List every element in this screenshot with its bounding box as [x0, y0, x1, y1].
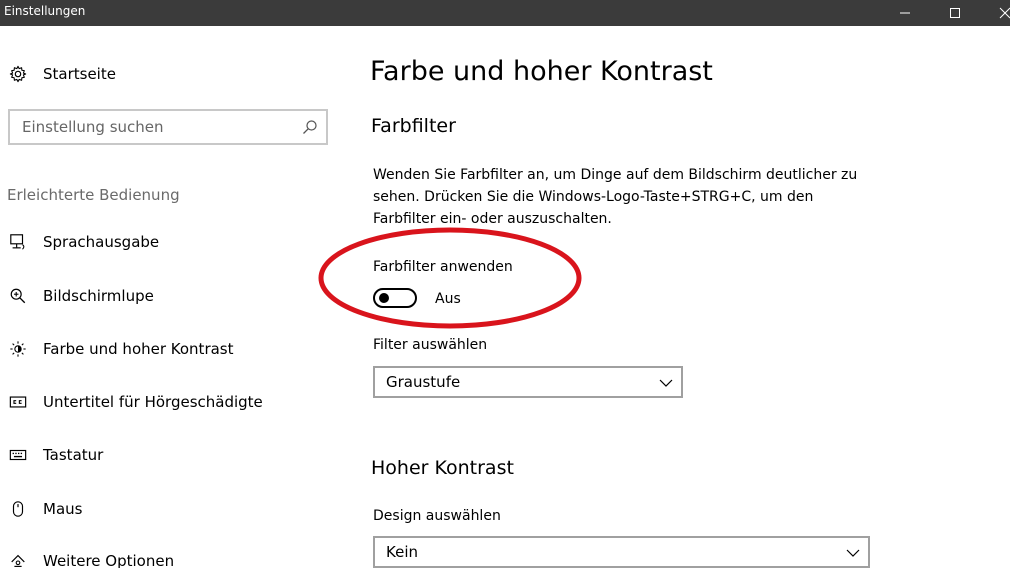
search-input[interactable] [10, 111, 302, 143]
search-icon [303, 120, 317, 134]
color-filter-description: Wenden Sie Farbfilter an, um Dinge auf d… [373, 167, 858, 227]
design-select-label: Design auswählen [373, 508, 501, 524]
keyboard-icon [8, 445, 28, 465]
sidebar-item-label: Farbe und hoher Kontrast [43, 340, 234, 358]
sidebar-item-mouse[interactable]: Maus [8, 494, 328, 524]
main-content: Farbe und hoher Kontrast Farbfilter Wend… [370, 26, 1010, 568]
sidebar-item-keyboard[interactable]: Tastatur [8, 440, 328, 470]
sidebar: Startseite Erleichterte Bedienung Sprach… [0, 26, 340, 568]
sidebar-item-label: Sprachausgabe [43, 233, 160, 251]
window-title: Einstellungen [4, 4, 86, 18]
filter-select-value: Graustufe [386, 373, 461, 391]
close-button[interactable] [982, 0, 1010, 26]
high-contrast-heading: Hoher Kontrast [371, 457, 514, 479]
sidebar-item-label: Bildschirmlupe [43, 287, 154, 305]
maximize-button[interactable] [932, 0, 978, 26]
page-title: Farbe und hoher Kontrast [370, 56, 713, 87]
color-filter-heading: Farbfilter [371, 115, 456, 137]
sidebar-item-closed-captions[interactable]: Untertitel für Hörgeschädigte [8, 387, 328, 417]
toggle-knob [379, 293, 389, 303]
sidebar-item-label: Weitere Optionen [43, 552, 175, 568]
design-select[interactable]: Kein [373, 536, 870, 568]
minimize-button[interactable] [882, 0, 928, 26]
brightness-icon [8, 339, 28, 359]
minimize-icon [900, 12, 910, 14]
sidebar-item-label: Tastatur [43, 446, 104, 464]
more-options-icon [8, 551, 28, 568]
sidebar-item-label: Startseite [43, 65, 116, 83]
closed-caption-icon [8, 392, 28, 412]
sidebar-item-home[interactable]: Startseite [8, 59, 328, 89]
design-select-value: Kein [386, 543, 418, 561]
search-box[interactable] [8, 109, 328, 145]
sidebar-item-magnifier[interactable]: Bildschirmlupe [8, 281, 328, 311]
sidebar-item-more-options[interactable]: Weitere Optionen [8, 546, 328, 568]
sidebar-section-label: Erleichterte Bedienung [7, 186, 180, 204]
narrator-icon [8, 232, 28, 252]
gear-icon [8, 64, 28, 84]
sidebar-item-label: Untertitel für Hörgeschädigte [43, 393, 263, 411]
magnifier-icon [8, 286, 28, 306]
filter-select[interactable]: Graustufe [373, 366, 683, 398]
filter-select-label: Filter auswählen [373, 337, 488, 353]
color-filter-toggle-label: Farbfilter anwenden [373, 259, 513, 275]
maximize-icon [950, 8, 960, 18]
color-filter-toggle[interactable] [373, 288, 417, 308]
chevron-down-icon [659, 379, 673, 387]
sidebar-item-label: Maus [43, 500, 83, 518]
chevron-down-icon [846, 549, 860, 557]
sidebar-item-narrator[interactable]: Sprachausgabe [8, 227, 328, 257]
title-bar: Einstellungen [0, 0, 1010, 26]
settings-window: Einstellungen Startseite Einstellung suc… [0, 0, 1010, 568]
mouse-icon [8, 499, 28, 519]
color-filter-toggle-state: Aus [435, 291, 461, 307]
close-icon [999, 7, 1010, 19]
sidebar-item-color-contrast[interactable]: Farbe und hoher Kontrast [8, 334, 328, 364]
